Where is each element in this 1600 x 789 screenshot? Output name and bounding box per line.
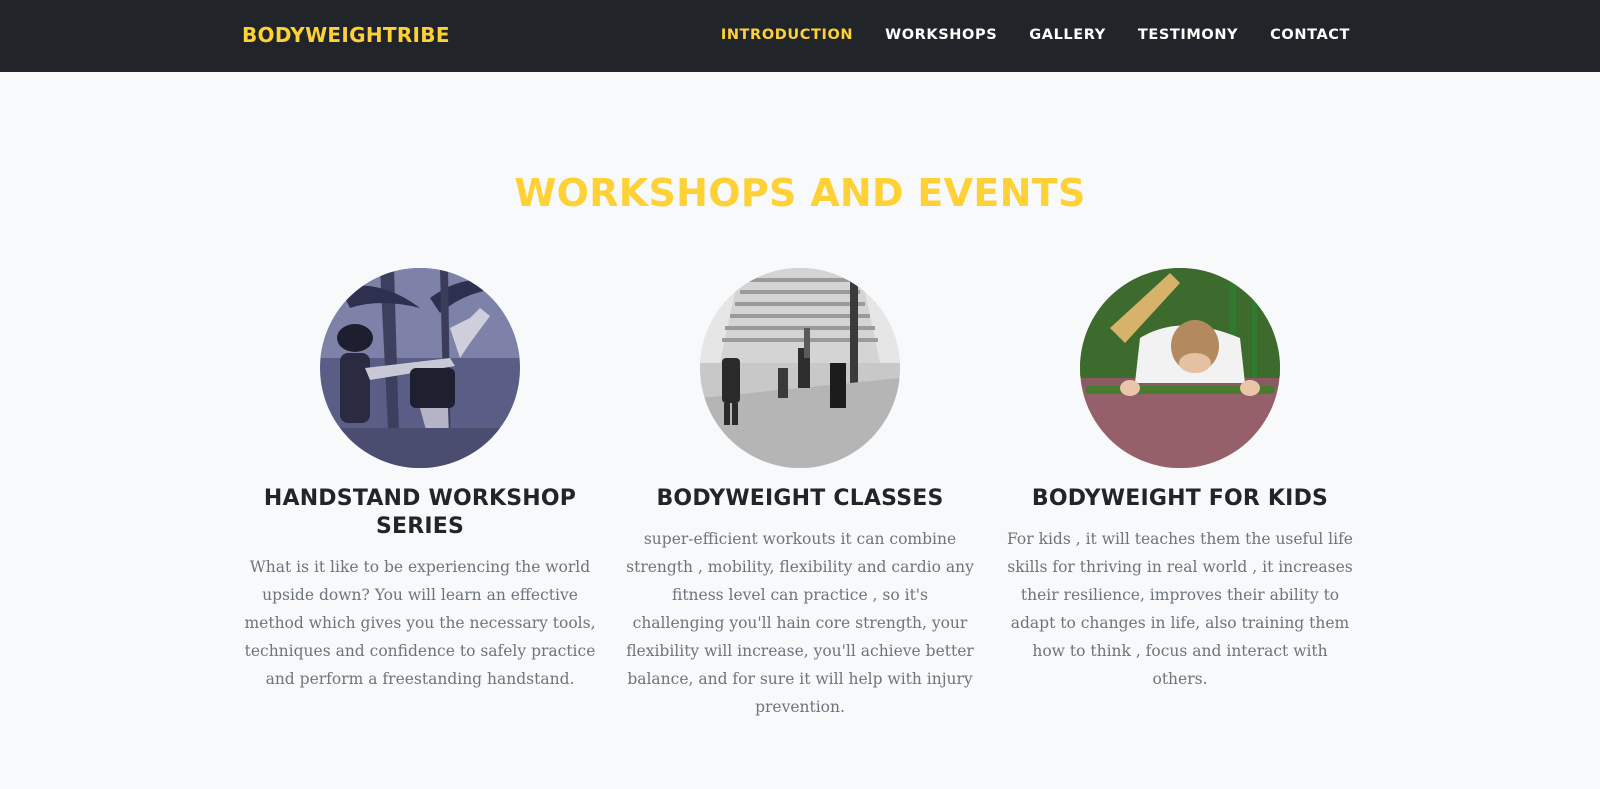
workshop-title: BODYWEIGHT CLASSES bbox=[656, 486, 944, 511]
workshop-card: BODYWEIGHT CLASSES super-efficient worko… bbox=[624, 268, 976, 721]
handstand-photo bbox=[320, 268, 520, 468]
nav-menu: INTRODUCTION WORKSHOPS GALLERY TESTIMONY… bbox=[721, 27, 1350, 43]
nav-link-contact[interactable]: CONTACT bbox=[1270, 27, 1350, 43]
brand-logo[interactable]: BODYWEIGHTRIBE bbox=[242, 23, 450, 47]
nav-link-workshops[interactable]: WORKSHOPS bbox=[885, 27, 997, 43]
kids-photo-image bbox=[1080, 268, 1280, 468]
workshop-description: For kids , it will teaches them the usef… bbox=[1007, 530, 1353, 688]
nav-link-gallery[interactable]: GALLERY bbox=[1029, 27, 1106, 43]
nav-link-introduction[interactable]: INTRODUCTION bbox=[721, 27, 853, 43]
section-title: WORKSHOPS AND EVENTS bbox=[514, 171, 1086, 215]
handstand-photo-image bbox=[320, 268, 520, 468]
top-navbar: BODYWEIGHTRIBE INTRODUCTION WORKSHOPS GA… bbox=[0, 0, 1600, 72]
kids-photo bbox=[1080, 268, 1280, 468]
bodyweight-classes-photo-image bbox=[700, 268, 900, 468]
workshop-card: BODYWEIGHT FOR KIDS For kids , it will t… bbox=[1004, 268, 1356, 693]
workshop-description: super-efficient workouts it can combine … bbox=[626, 530, 974, 716]
workshop-card: HANDSTAND WORKSHOP SERIES What is it lik… bbox=[244, 268, 596, 693]
workshop-title: BODYWEIGHT FOR KIDS bbox=[1031, 486, 1329, 511]
workshop-title: HANDSTAND WORKSHOP SERIES bbox=[263, 486, 577, 539]
bodyweight-classes-photo bbox=[700, 268, 900, 468]
workshop-description: What is it like to be experiencing the w… bbox=[244, 558, 596, 688]
nav-link-testimony[interactable]: TESTIMONY bbox=[1138, 27, 1238, 43]
